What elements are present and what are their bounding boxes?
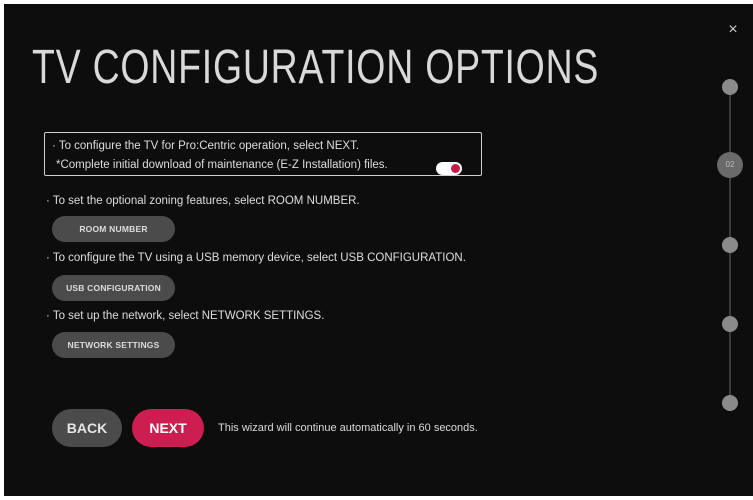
room-number-instruction: · To set the optional zoning features, s… bbox=[46, 195, 360, 207]
network-settings-button[interactable]: NETWORK SETTINGS bbox=[52, 332, 175, 358]
room-number-button[interactable]: ROOM NUMBER bbox=[52, 216, 175, 242]
step-marker-1 bbox=[722, 79, 738, 95]
step-marker-current: 02 bbox=[717, 152, 743, 178]
page-title: TV CONFIGURATION OPTIONS bbox=[32, 41, 600, 94]
procentric-option-box: · To configure the TV for Pro:Centric op… bbox=[44, 132, 482, 176]
step-marker-5 bbox=[722, 395, 738, 411]
step-marker-4 bbox=[722, 316, 738, 332]
toggle-knob bbox=[451, 164, 460, 173]
download-toggle[interactable] bbox=[436, 162, 462, 175]
back-button[interactable]: BACK bbox=[52, 409, 122, 447]
auto-continue-message: This wizard will continue automatically … bbox=[218, 422, 478, 434]
download-note: *Complete initial download of maintenanc… bbox=[56, 159, 388, 171]
procentric-instruction: · To configure the TV for Pro:Centric op… bbox=[52, 140, 360, 152]
usb-configuration-button[interactable]: USB CONFIGURATION bbox=[52, 275, 175, 301]
usb-configuration-instruction: · To configure the TV using a USB memory… bbox=[46, 252, 466, 264]
wizard-screen: TV CONFIGURATION OPTIONS × · To configur… bbox=[4, 4, 753, 496]
close-icon[interactable]: × bbox=[725, 22, 741, 38]
step-marker-3 bbox=[722, 237, 738, 253]
network-settings-instruction: · To set up the network, select NETWORK … bbox=[46, 310, 325, 322]
next-button[interactable]: NEXT bbox=[132, 409, 204, 447]
